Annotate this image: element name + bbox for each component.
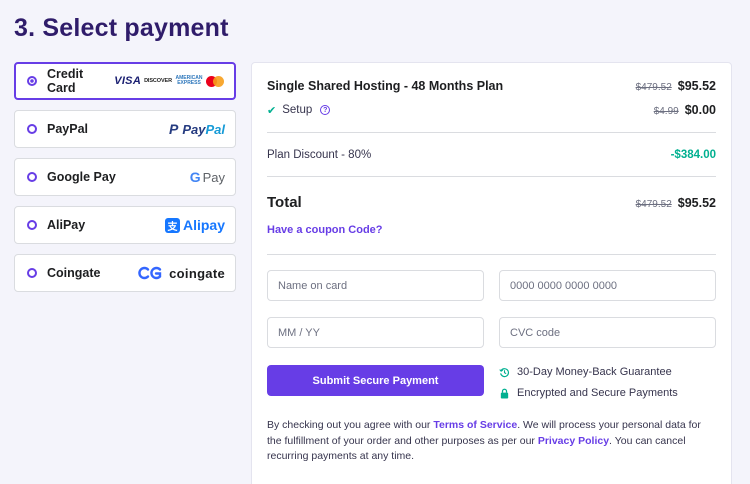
- submit-row: Submit Secure Payment 30-Day Money-Back …: [267, 365, 716, 400]
- paypal-mark-icon: P: [169, 121, 179, 137]
- visa-logo: VISA: [114, 75, 142, 87]
- plan-row: Single Shared Hosting - 48 Months Plan $…: [267, 79, 716, 93]
- radio[interactable]: [27, 220, 37, 230]
- clock-refund-icon: [499, 367, 510, 377]
- divider: [267, 254, 716, 255]
- divider: [267, 176, 716, 177]
- expiry-input[interactable]: [267, 317, 484, 348]
- guarantees: 30-Day Money-Back Guarantee Encrypted an…: [499, 365, 678, 400]
- radio[interactable]: [27, 172, 37, 182]
- submit-payment-button[interactable]: Submit Secure Payment: [267, 365, 484, 396]
- coupon-code-link[interactable]: Have a coupon Code?: [267, 224, 383, 236]
- name-on-card-input[interactable]: [267, 270, 484, 301]
- terms-of-service-link[interactable]: Terms of Service: [433, 419, 517, 431]
- total-row: Total $479.52 $95.52: [267, 194, 716, 211]
- method-label: Credit Card: [47, 67, 84, 95]
- setup-row: ✔ Setup ? $4.99 $0.00: [267, 103, 716, 117]
- google-g-icon: G: [189, 169, 201, 185]
- radio[interactable]: [27, 124, 37, 134]
- discount-value: -$384.00: [670, 149, 716, 161]
- payment-method-paypal[interactable]: PayPal P PayPal: [14, 110, 236, 148]
- legal-text: By checking out you agree with our Terms…: [267, 419, 701, 462]
- method-label: Google Pay: [47, 170, 116, 184]
- payment-method-alipay[interactable]: AliPay 支 Alipay: [14, 206, 236, 244]
- coingate-logo: coingate: [137, 266, 225, 281]
- payment-method-credit-card[interactable]: Credit Card VISA DISCOVER AMERICAN EXPRE…: [14, 62, 236, 100]
- alipay-logo: 支 Alipay: [164, 217, 225, 233]
- mastercard-logo: [206, 75, 224, 87]
- payment-method-google-pay[interactable]: Google Pay G Pay: [14, 158, 236, 196]
- discount-label: Plan Discount - 80%: [267, 149, 372, 161]
- alipay-mark-icon: 支: [164, 217, 180, 233]
- discover-logo: DISCOVER: [144, 78, 172, 84]
- amex-logo: AMERICAN EXPRESS: [175, 75, 203, 86]
- method-label: PayPal: [47, 122, 89, 136]
- card-logos: VISA DISCOVER AMERICAN EXPRESS: [114, 75, 224, 87]
- question-icon[interactable]: ?: [320, 105, 331, 115]
- money-back-guarantee: 30-Day Money-Back Guarantee: [499, 365, 678, 379]
- google-pay-logo: G Pay: [189, 169, 225, 185]
- cvc-input[interactable]: [499, 317, 716, 348]
- card-number-input[interactable]: [499, 270, 716, 301]
- setup-old-price: $4.99: [653, 106, 679, 117]
- radio-selected[interactable]: [27, 76, 37, 86]
- method-label: Coingate: [47, 266, 101, 280]
- secure-payments: Encrypted and Secure Payments: [499, 386, 678, 400]
- plan-name: Single Shared Hosting - 48 Months Plan: [267, 79, 504, 93]
- total-old-price: $479.52: [635, 198, 672, 210]
- payment-method-list: Credit Card VISA DISCOVER AMERICAN EXPRE…: [14, 62, 236, 302]
- discount-row: Plan Discount - 80% -$384.00: [267, 149, 716, 161]
- lock-icon: [500, 388, 509, 399]
- total-label: Total: [267, 194, 302, 211]
- setup-label: Setup: [282, 104, 313, 116]
- setup-price: $0.00: [684, 103, 716, 117]
- payment-method-coingate[interactable]: Coingate coingate: [14, 254, 236, 292]
- card-form: [267, 270, 716, 348]
- plan-old-price: $479.52: [635, 82, 672, 93]
- radio[interactable]: [27, 268, 37, 278]
- total-price: $95.52: [677, 195, 716, 210]
- order-summary-card: Single Shared Hosting - 48 Months Plan $…: [251, 62, 732, 484]
- page-title: 3. Select payment: [14, 14, 229, 42]
- paypal-logo: P PayPal: [169, 121, 225, 137]
- plan-price: $95.52: [677, 79, 716, 93]
- privacy-policy-link[interactable]: Privacy Policy: [538, 435, 609, 447]
- divider: [267, 132, 716, 133]
- check-icon: ✔: [267, 104, 277, 117]
- coingate-mark-icon: [138, 266, 162, 280]
- method-label: AliPay: [47, 218, 86, 232]
